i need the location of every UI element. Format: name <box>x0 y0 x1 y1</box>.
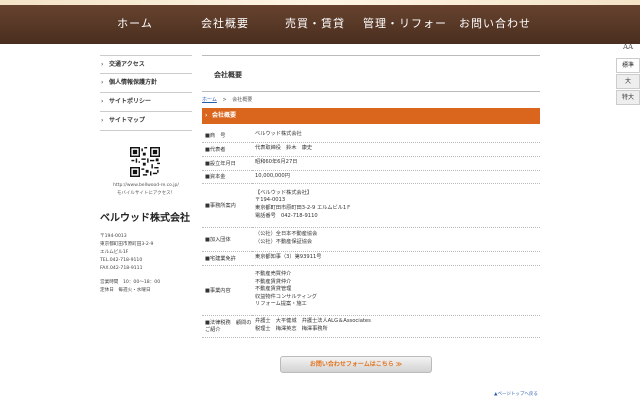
info-key: ■事業内容 <box>202 265 252 316</box>
page-title-box: 会社概要 <box>202 55 540 92</box>
table-row: ■事務所案内 【ベルウッド株式会社】 〒194-0013 東京都町田市原町田3-… <box>202 183 540 228</box>
address-line: エルムビル1F <box>100 250 129 255</box>
chevron-right-icon: › <box>101 79 104 86</box>
nav-company[interactable]: 会社概要 <box>180 5 270 44</box>
sidebar-company-name: ベルウッド株式会社 <box>100 213 190 224</box>
sidebar: › 交通アクセス › 個人情報保護方針 › サイトポリシー › サイトマップ <box>100 55 192 131</box>
chevron-right-icon: › <box>101 61 104 68</box>
global-nav: ホーム 会社概要 売買・賃貸 管理・リフォーム お問い合わせ <box>90 5 540 67</box>
sidebar-address: 〒194-0013 東京都町田市原町田3-2-9 エルムビル1F TEL.042… <box>100 233 160 295</box>
info-line: 代表取締役 鈴木 康史 <box>255 145 313 152</box>
info-line: 東京都町田市原町田3-2-9 エルムビル1Ｆ <box>255 205 352 211</box>
info-key: ■商 号 <box>202 129 252 143</box>
font-size-icon: AA <box>622 43 634 51</box>
font-size-xlarge-button[interactable]: 特大 <box>616 90 640 105</box>
info-value: （公社）全日本不動産協会 （公社）不動産保証協会 <box>252 227 540 252</box>
qr-code-icon <box>130 147 160 177</box>
address-line: 東京都町田市原町田3-2-9 <box>100 242 154 247</box>
breadcrumb-current: 会社概要 <box>232 97 253 103</box>
info-line: 弁護士 大平健城 弁護士法人ALG＆Associates <box>255 318 371 325</box>
address-line: 〒194-0013 <box>100 234 127 239</box>
info-key: ■法律税務 顧問のご紹介 <box>202 315 252 338</box>
chevron-right-icon: › <box>101 117 104 124</box>
sidebar-link-access[interactable]: › 交通アクセス <box>100 55 192 74</box>
breadcrumb-home-link[interactable]: ホーム <box>202 97 217 103</box>
address-line: TEL.042-718-9110 <box>100 258 143 263</box>
table-row: ■代表者 代表取締役 鈴木 康史 <box>202 142 540 157</box>
page-title: 会社概要 <box>214 71 242 79</box>
breadcrumb-separator: > <box>222 97 227 103</box>
info-line: 不動産賃貸仲介 <box>255 278 292 285</box>
info-key: ■加入団体 <box>202 227 252 252</box>
section-title: 会社概要 <box>212 112 237 119</box>
nav-home[interactable]: ホーム <box>90 5 180 44</box>
info-line: 不動産賃貸管理 <box>255 286 292 293</box>
info-value: 不動産売買仲介 不動産賃貸仲介 不動産賃貸管理 収益物件コンサルティング リフォ… <box>252 265 540 316</box>
address-line: 営業時間 10：00〜18：00 <box>100 280 161 285</box>
info-value: 昭和60年6月27日 <box>252 156 540 171</box>
info-line: （公社）不動産保証協会 <box>255 239 313 245</box>
site-header: ホーム 会社概要 売買・賃貸 管理・リフォーム お問い合わせ <box>0 0 640 67</box>
info-key: ■宅建業免許 <box>202 251 252 266</box>
font-size-large-button[interactable]: 大 <box>616 74 640 89</box>
font-size-normal-button[interactable]: 標準 <box>616 58 640 73</box>
table-row: ■商 号 ベルウッド株式会社 <box>202 129 540 143</box>
table-row: ■事業内容 不動産売買仲介 不動産賃貸仲介 不動産賃貸管理 収益物件コンサルティ… <box>202 265 540 316</box>
info-line: ベルウッド株式会社 <box>255 131 302 138</box>
info-value: 代表取締役 鈴木 康史 <box>252 142 540 157</box>
info-key: ■代表者 <box>202 142 252 157</box>
table-row: ■宅建業免許 東京都知事（3）第93911号 <box>202 251 540 266</box>
sidebar-link-sitemap[interactable]: › サイトマップ <box>100 112 192 131</box>
nav-sales-rental[interactable]: 売買・賃貸 <box>270 5 360 44</box>
nav-management-reform[interactable]: 管理・リフォーム <box>360 5 450 67</box>
nav-contact[interactable]: お問い合わせ <box>450 5 540 44</box>
qr-url-text: http://www.bellwood-re.co.jp/ <box>113 183 179 188</box>
info-line: 東京都知事（3）第93911号 <box>255 254 322 261</box>
info-value: 東京都知事（3）第93911号 <box>252 251 540 266</box>
page-top-link[interactable]: ▲ページトップへ戻る <box>494 391 538 397</box>
table-row: ■加入団体 （公社）全日本不動産協会 （公社）不動産保証協会 <box>202 227 540 252</box>
info-line: 〒194-0013 <box>255 197 286 204</box>
sidebar-link-privacy[interactable]: › 個人情報保護方針 <box>100 74 192 93</box>
chevron-right-icon: › <box>205 112 208 119</box>
sidebar-link-site-policy[interactable]: › サイトポリシー <box>100 93 192 112</box>
qr-caption: モバイルサイトにアクセス！ <box>116 191 176 196</box>
table-row: ■法律税務 顧問のご紹介 弁護士 大平健城 弁護士法人ALG＆Associate… <box>202 315 540 338</box>
table-row: ■資本金 10,000,000円 <box>202 170 540 184</box>
info-value: ベルウッド株式会社 <box>252 129 540 143</box>
address-line: FAX.042-718-9111 <box>100 266 143 271</box>
sidebar-link-label: 交通アクセス <box>109 61 145 68</box>
info-line: 【ベルウッド株式会社】 <box>255 189 313 196</box>
breadcrumb: ホーム > 会社概要 <box>202 96 252 103</box>
info-line: リフォーム提案・施工 <box>255 301 307 308</box>
info-line: 昭和60年6月27日 <box>255 159 298 166</box>
mobile-site-info: http://www.bellwood-re.co.jp/ モバイルサイトにアク… <box>100 182 192 198</box>
info-key: ■資本金 <box>202 170 252 184</box>
info-line: （公社）全日本不動産協会 <box>255 231 318 238</box>
table-row: ■設立年月日 昭和60年6月27日 <box>202 156 540 171</box>
font-size-switcher: AA 標準 大 特大 <box>616 43 640 105</box>
info-key: ■設立年月日 <box>202 156 252 171</box>
chevron-right-icon: › <box>101 98 104 105</box>
sidebar-link-label: 個人情報保護方針 <box>109 79 158 86</box>
inquiry-form-button[interactable]: お問い合わせフォームはこちら ≫ <box>280 356 432 373</box>
info-key: ■事務所案内 <box>202 183 252 228</box>
company-info-table: ■商 号 ベルウッド株式会社 ■代表者 代表取締役 鈴木 康史 ■設立年月日 昭… <box>202 129 540 338</box>
info-value: 弁護士 大平健城 弁護士法人ALG＆Associates 税理士 梅澤英志 梅澤… <box>252 315 540 338</box>
info-line: 電話番号 042-718-9110 <box>255 212 318 219</box>
info-value: 【ベルウッド株式会社】 〒194-0013 東京都町田市原町田3-2-9 エルム… <box>252 183 540 228</box>
info-line: 不動産売買仲介 <box>255 271 292 278</box>
sidebar-link-label: サイトポリシー <box>109 98 152 105</box>
info-line: 10,000,000円 <box>255 172 290 179</box>
section-header: › 会社概要 <box>202 108 540 124</box>
address-line: 定休日 毎週火・水曜日 <box>100 288 151 293</box>
sidebar-link-label: サイトマップ <box>109 117 146 124</box>
info-line: 税理士 梅澤英志 梅澤事務所 <box>255 326 328 332</box>
info-value: 10,000,000円 <box>252 170 540 184</box>
